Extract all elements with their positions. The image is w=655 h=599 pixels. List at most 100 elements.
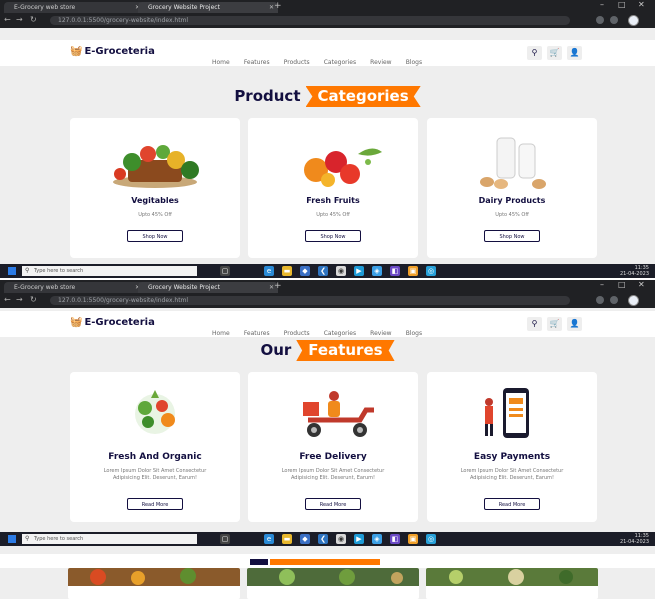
nav-home[interactable]: Home xyxy=(212,59,230,66)
taskbar-search[interactable]: ⚲ Type here to search xyxy=(22,534,197,544)
new-tab-icon[interactable]: + xyxy=(274,281,282,291)
nav-review[interactable]: Review xyxy=(370,59,391,66)
reload-icon[interactable]: ↻ xyxy=(30,295,37,304)
read-more-button[interactable]: Read More xyxy=(305,498,361,510)
windows-start-icon[interactable] xyxy=(8,535,16,543)
task-view-icon[interactable]: ▢ xyxy=(220,534,230,544)
system-tray[interactable]: 11:35 21-04-2023 xyxy=(620,533,649,545)
app-icon[interactable]: ▶ xyxy=(354,266,364,276)
app-icon[interactable]: ▣ xyxy=(408,534,418,544)
logo[interactable]: 🧺 E-Groceteria xyxy=(70,317,155,328)
extension-icon[interactable] xyxy=(596,296,604,304)
category-card: Dairy Products Upto 45% Off Shop Now xyxy=(427,118,597,258)
store-icon[interactable]: ◆ xyxy=(300,266,310,276)
browser-tab[interactable]: Grocery Website Project ✕ xyxy=(138,2,278,13)
profile-icon[interactable] xyxy=(628,295,639,306)
task-view-icon[interactable]: ▢ xyxy=(220,266,230,276)
nav-categories[interactable]: Categories xyxy=(324,330,356,337)
back-icon[interactable]: ← xyxy=(4,295,11,304)
heading-dark: Our xyxy=(260,341,292,359)
app-icon[interactable]: ◎ xyxy=(426,266,436,276)
logo[interactable]: 🧺 E-Groceteria xyxy=(70,46,155,57)
app-icon[interactable]: ◧ xyxy=(390,534,400,544)
chrome-icon[interactable]: ◉ xyxy=(336,266,346,276)
new-tab-icon[interactable]: + xyxy=(274,1,282,11)
search-icon[interactable]: ⚲ xyxy=(527,317,542,331)
basket-icon: 🧺 xyxy=(70,46,83,57)
user-icon[interactable]: 👤 xyxy=(567,46,582,60)
app-icon[interactable]: ▣ xyxy=(408,266,418,276)
forward-icon[interactable]: → xyxy=(16,295,23,304)
cart-icon[interactable]: 🛒 xyxy=(547,46,562,60)
shop-now-button[interactable]: Shop Now xyxy=(484,230,540,242)
nav-blogs[interactable]: Blogs xyxy=(406,330,422,337)
search-icon[interactable]: ⚲ xyxy=(527,46,542,60)
blog-card xyxy=(68,568,240,599)
tab-label: Grocery Website Project xyxy=(148,4,220,11)
extension-icon[interactable] xyxy=(610,296,618,304)
nav-products[interactable]: Products xyxy=(284,330,310,337)
blog-image xyxy=(247,568,419,586)
site-header: 🧺 E-Groceteria Home Features Products Cat… xyxy=(0,40,655,66)
card-title: Fresh Fruits xyxy=(306,196,360,205)
edge-icon[interactable]: e xyxy=(264,534,274,544)
app-icon[interactable]: ▶ xyxy=(354,534,364,544)
clock-date: 21-04-2023 xyxy=(619,271,649,277)
nav-review[interactable]: Review xyxy=(370,330,391,337)
vscode-icon[interactable]: ❮ xyxy=(318,266,328,276)
nav-features[interactable]: Features xyxy=(244,330,270,337)
browser-tab[interactable]: E-Grocery web store ✕ xyxy=(4,282,144,293)
store-icon[interactable]: ◆ xyxy=(300,534,310,544)
file-explorer-icon[interactable]: ▬ xyxy=(282,534,292,544)
profile-icon[interactable] xyxy=(628,15,639,26)
close-window-icon[interactable]: ✕ xyxy=(638,280,645,289)
maximize-icon[interactable]: □ xyxy=(618,0,626,9)
shop-now-button[interactable]: Shop Now xyxy=(127,230,183,242)
address-bar[interactable]: 127.0.0.1:5500/grocery-website/index.htm… xyxy=(50,16,570,25)
taskbar-search-placeholder: Type here to search xyxy=(34,268,84,274)
reload-icon[interactable]: ↻ xyxy=(30,15,37,24)
minimize-icon[interactable]: – xyxy=(600,0,604,9)
card-description: Lorem Ipsum Dolor Sit Amet Consectetur A… xyxy=(103,468,207,481)
browser-tab[interactable]: E-Grocery web store ✕ xyxy=(4,2,144,13)
nav-home[interactable]: Home xyxy=(212,330,230,337)
extension-icon[interactable] xyxy=(610,16,618,24)
browser-tab[interactable]: Grocery Website Project ✕ xyxy=(138,282,278,293)
close-window-icon[interactable]: ✕ xyxy=(638,0,645,9)
app-icon[interactable]: ◧ xyxy=(390,266,400,276)
cart-icon[interactable]: 🛒 xyxy=(547,317,562,331)
file-explorer-icon[interactable]: ▬ xyxy=(282,266,292,276)
card-subtitle: Upto 45% Off xyxy=(495,212,529,218)
vscode-icon[interactable]: ❮ xyxy=(318,534,328,544)
nav-blogs[interactable]: Blogs xyxy=(406,59,422,66)
address-bar[interactable]: 127.0.0.1:5500/grocery-website/index.htm… xyxy=(50,296,570,305)
app-icon[interactable]: ◎ xyxy=(426,534,436,544)
nav-products[interactable]: Products xyxy=(284,59,310,66)
edge-icon[interactable]: e xyxy=(264,266,274,276)
taskbar-search[interactable]: ⚲ Type here to search xyxy=(22,266,197,276)
dairy-products-image xyxy=(480,137,546,189)
app-icon[interactable]: ◈ xyxy=(372,534,382,544)
read-more-button[interactable]: Read More xyxy=(484,498,540,510)
minimize-icon[interactable]: – xyxy=(600,280,604,289)
user-icon[interactable]: 👤 xyxy=(567,317,582,331)
heading-dark: Product xyxy=(234,87,301,105)
read-more-button[interactable]: Read More xyxy=(127,498,183,510)
card-description: Lorem Ipsum Dolor Sit Amet Consectetur A… xyxy=(460,468,564,481)
chrome-icon[interactable]: ◉ xyxy=(336,534,346,544)
heading-accent: Categories xyxy=(305,86,421,107)
card-title: Fresh And Organic xyxy=(108,452,202,462)
app-icon[interactable]: ◈ xyxy=(372,266,382,276)
windows-start-icon[interactable] xyxy=(8,267,16,275)
back-icon[interactable]: ← xyxy=(4,15,11,24)
nav-features[interactable]: Features xyxy=(244,59,270,66)
forward-icon[interactable]: → xyxy=(16,15,23,24)
screenshot-partial xyxy=(0,556,655,599)
section-heading: Product Categories xyxy=(0,86,655,107)
nav-categories[interactable]: Categories xyxy=(324,59,356,66)
card-title: Vegitables xyxy=(131,196,179,205)
extension-icon[interactable] xyxy=(596,16,604,24)
shop-now-button[interactable]: Shop Now xyxy=(305,230,361,242)
system-tray[interactable]: 11:35 21-04-2023 xyxy=(620,265,649,277)
maximize-icon[interactable]: □ xyxy=(618,280,626,289)
